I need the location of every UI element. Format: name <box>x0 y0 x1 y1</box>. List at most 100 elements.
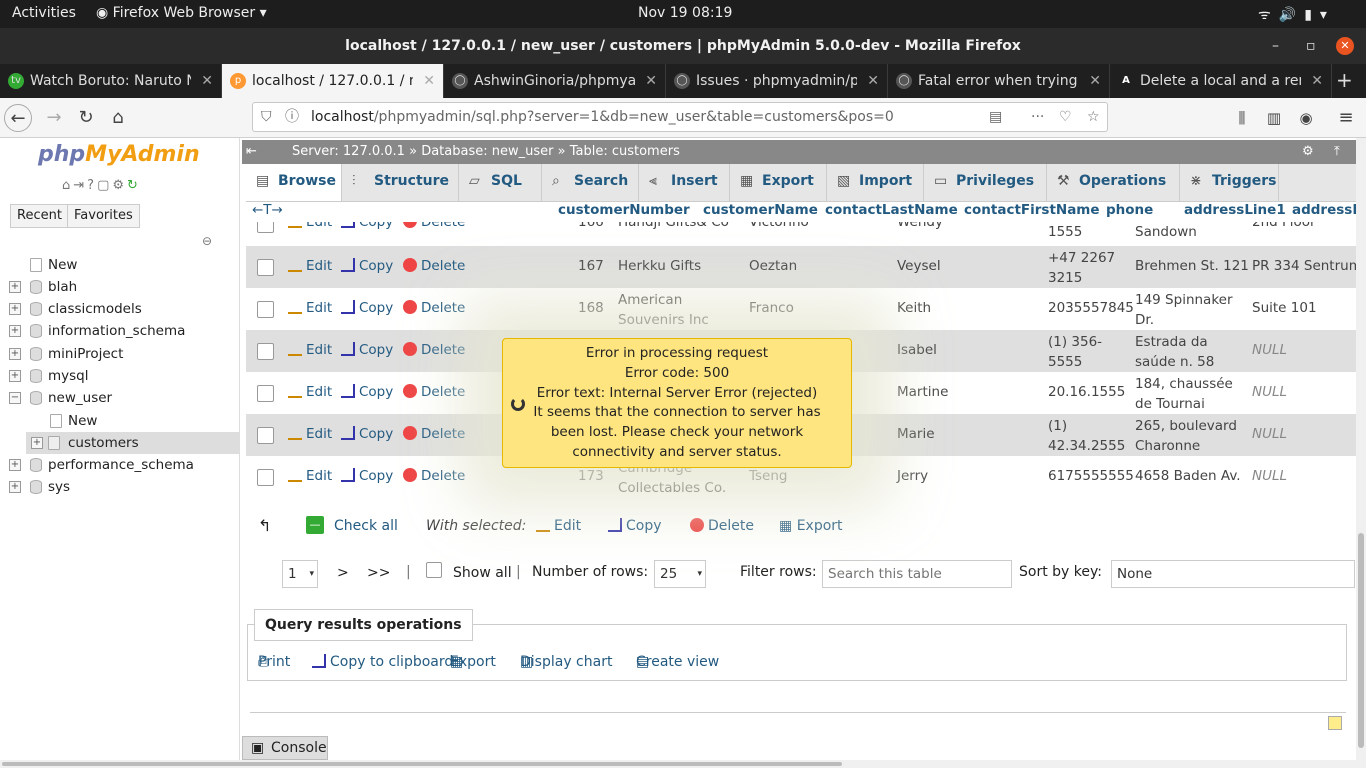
next-page-button[interactable]: > <box>330 560 356 588</box>
new-tab-icon[interactable]: + <box>1336 68 1353 92</box>
copy-link[interactable]: Copy <box>341 342 393 358</box>
tab-sql[interactable]: ▱ SQL <box>459 164 542 201</box>
row-checkbox[interactable] <box>257 222 274 233</box>
tab-structure[interactable]: ⫶ Structure <box>342 164 459 201</box>
tree-db-sys[interactable]: + sys <box>0 476 240 498</box>
tab-search[interactable]: ⌕ Search <box>542 164 639 201</box>
sidebar-toggle-icon[interactable]: ▥ <box>1260 104 1288 132</box>
edit-link[interactable]: Edit <box>288 468 332 484</box>
reload-icon[interactable]: ↻ <box>72 104 100 132</box>
tree-db-mysql[interactable]: + mysql <box>0 365 240 387</box>
help-icon[interactable]: ? <box>87 178 97 193</box>
phpmyadmin-logo[interactable]: phpMyAdmin <box>38 142 200 167</box>
close-window-icon[interactable]: ✕ <box>1336 37 1354 55</box>
console-button[interactable]: ▣ Console <box>242 736 328 760</box>
tree-db-miniproject[interactable]: + miniProject <box>0 343 240 365</box>
tree-db-information-schema[interactable]: + information_schema <box>0 320 240 342</box>
expand-icon[interactable]: + <box>31 437 43 449</box>
delete-link[interactable]: Delete <box>403 342 465 358</box>
check-all-link[interactable]: Check all <box>334 518 398 534</box>
bookmark-star-icon[interactable]: ☆ <box>1087 103 1100 131</box>
last-page-button[interactable]: >> <box>360 560 397 588</box>
delete-link[interactable]: Delete <box>403 300 465 316</box>
expand-icon[interactable]: + <box>9 325 21 337</box>
tree-db-new-user[interactable]: − new_user <box>0 387 240 409</box>
tree-db-performance-schema[interactable]: + performance_schema <box>0 454 240 476</box>
vertical-scrollbar[interactable] <box>1356 138 1366 760</box>
minimize-icon[interactable]: – <box>1272 28 1279 64</box>
edit-link[interactable]: Edit <box>288 426 332 442</box>
col-customernumber[interactable]: customerNumber <box>558 202 690 218</box>
delete-link[interactable]: Delete <box>403 384 465 400</box>
horizontal-scrollbar[interactable] <box>0 760 1366 768</box>
close-tab-icon[interactable]: ✕ <box>867 64 879 98</box>
tab-privileges[interactable]: ▭ Privileges <box>924 164 1047 201</box>
tab-delete-branch[interactable]: A Delete a local and a rem ✕ <box>1110 64 1332 98</box>
breadcrumb-database[interactable]: Database: new_user <box>421 144 553 159</box>
col-phone[interactable]: phone <box>1106 202 1153 218</box>
page-actions-icon[interactable]: ··· <box>1031 103 1044 131</box>
close-tab-icon[interactable]: ✕ <box>201 64 213 98</box>
row-checkbox[interactable] <box>257 259 274 276</box>
col-customername[interactable]: customerName <box>703 202 818 218</box>
breadcrumb-table[interactable]: Table: customers <box>570 144 680 159</box>
col-addressline2[interactable]: addressLi <box>1292 202 1366 218</box>
scroll-thumb[interactable] <box>2 762 842 766</box>
collapse-top-icon[interactable]: ⤒ <box>1334 140 1340 164</box>
delete-link[interactable]: Delete <box>403 258 465 274</box>
expand-icon[interactable]: + <box>9 459 21 471</box>
back-icon[interactable]: ← <box>4 104 32 132</box>
close-tab-icon[interactable]: ✕ <box>1089 64 1101 98</box>
copy-link[interactable]: Copy <box>341 468 393 484</box>
check-all-icon[interactable]: — <box>306 516 324 534</box>
forward-icon[interactable]: → <box>40 104 68 132</box>
collapse-arrow-icon[interactable]: ⇤ <box>246 140 257 164</box>
tab-boruto[interactable]: tv Watch Boruto: Naruto N ✕ <box>0 64 222 98</box>
tab-export[interactable]: ▦ Export <box>730 164 827 201</box>
close-tab-icon[interactable]: ✕ <box>645 64 657 98</box>
collapse-icon[interactable]: − <box>9 392 21 404</box>
expand-icon[interactable]: + <box>9 370 21 382</box>
recent-button[interactable]: Recent <box>10 204 69 228</box>
col-contactlastname[interactable]: contactLastName <box>825 202 958 218</box>
tab-insert[interactable]: ⫷ Insert <box>639 164 730 201</box>
logout-icon[interactable]: ⇥ <box>73 178 87 193</box>
account-icon[interactable]: ◉ <box>1292 104 1320 132</box>
expand-icon[interactable]: + <box>9 303 21 315</box>
edit-link[interactable]: Edit <box>288 342 332 358</box>
favorites-button[interactable]: Favorites <box>67 204 140 228</box>
clock[interactable]: Nov 19 08:19 <box>638 5 732 21</box>
reader-view-icon[interactable]: ▤ <box>989 103 1002 131</box>
status-icons[interactable]: ᯤ🔊▮▾ <box>1258 5 1335 24</box>
tree-table-customers[interactable]: + customers <box>26 432 240 454</box>
docs-icon[interactable]: ▢ <box>97 178 112 193</box>
bulk-export-button[interactable]: ▦ Export <box>779 518 843 534</box>
home-icon[interactable]: ⌂ <box>104 104 132 132</box>
bulk-copy-button[interactable]: Copy <box>608 518 662 534</box>
delete-link[interactable]: Delete <box>403 468 465 484</box>
row-checkbox[interactable] <box>257 301 274 318</box>
activities-button[interactable]: Activities <box>12 5 76 21</box>
copy-link[interactable]: Copy <box>341 426 393 442</box>
expand-icon[interactable]: + <box>9 481 21 493</box>
row-checkbox[interactable] <box>257 385 274 402</box>
tree-new[interactable]: New <box>0 254 240 276</box>
copy-link[interactable]: Copy <box>341 300 393 316</box>
filter-input[interactable] <box>822 560 1012 588</box>
tab-phpmyadmin[interactable]: p localhost / 127.0.0.1 / ne ✕ <box>222 64 444 98</box>
link-icon[interactable]: ⊖ <box>202 234 212 248</box>
delete-link[interactable]: Delete <box>403 426 465 442</box>
tab-operations[interactable]: ⚒ Operations <box>1047 164 1180 201</box>
row-checkbox[interactable] <box>257 469 274 486</box>
column-arrows-icon[interactable]: ←T→ <box>252 202 283 218</box>
copy-clipboard-link[interactable]: Copy to clipboard <box>312 654 453 670</box>
close-tab-icon[interactable]: ✕ <box>1311 64 1323 98</box>
edit-link[interactable]: Edit <box>288 384 332 400</box>
breadcrumb-server[interactable]: Server: 127.0.0.1 <box>292 144 405 159</box>
tree-table-new[interactable]: New <box>0 410 240 432</box>
tab-github-fork[interactable]: ◯ AshwinGinoria/phpmya ✕ <box>444 64 666 98</box>
home-icon[interactable]: ⌂ <box>62 178 73 193</box>
reload-nav-icon[interactable]: ↻ <box>127 178 141 193</box>
copy-link[interactable]: Copy <box>341 222 393 230</box>
tab-import[interactable]: ▧ Import <box>827 164 924 201</box>
